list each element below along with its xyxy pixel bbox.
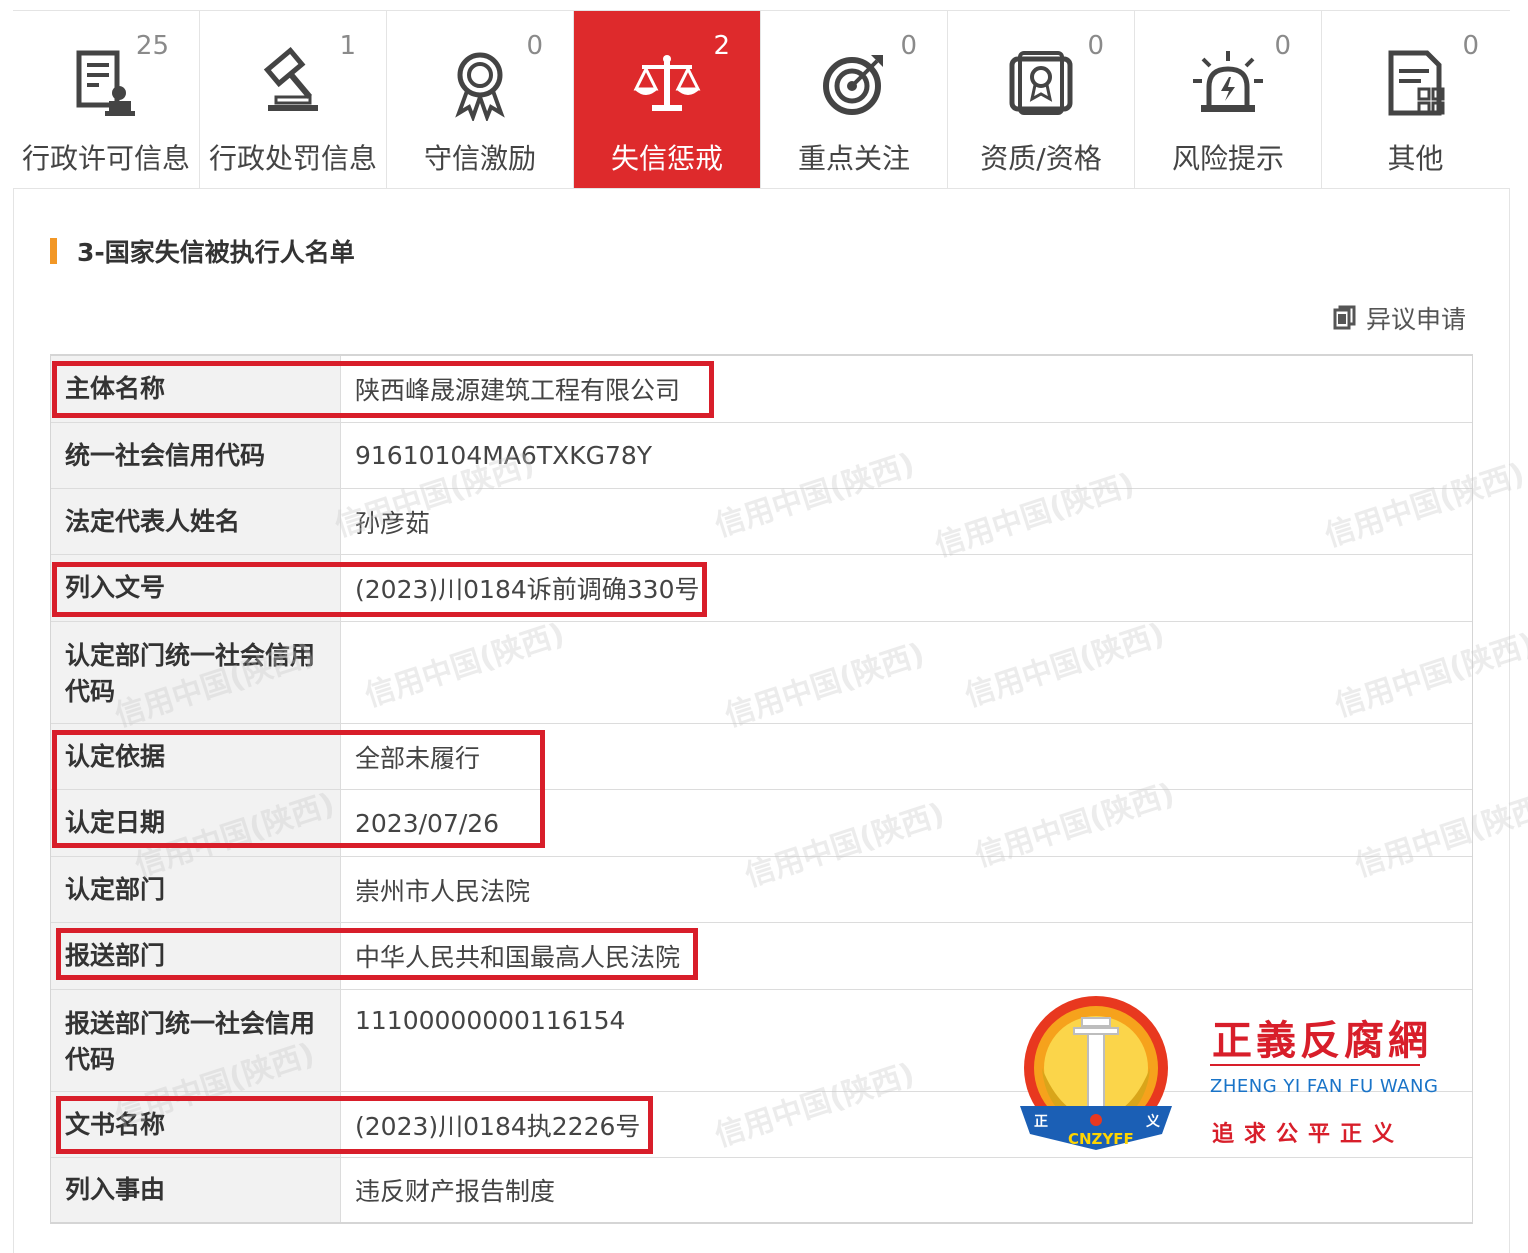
tab-label: 守信激励 bbox=[423, 142, 536, 175]
tab-count: 0 bbox=[1462, 31, 1479, 61]
row-key: 报送部门 bbox=[51, 923, 341, 989]
site-logo: 正 义 CNZYFF 正義反腐網 ZHENG YI FAN FU WANG 追求… bbox=[1012, 994, 1452, 1164]
table-row: 主体名称 陕西峰晟源建筑工程有限公司 bbox=[51, 356, 1472, 423]
scales-icon bbox=[633, 55, 701, 111]
table-row: 统一社会信用代码 91610104MA6TXKG78Y bbox=[51, 423, 1472, 489]
row-value: 2023/07/26 bbox=[355, 808, 500, 838]
row-value: (2023)川0184诉前调确330号 bbox=[355, 575, 700, 604]
row-value bbox=[341, 622, 1472, 723]
row-value: 全部未履行 bbox=[355, 743, 481, 773]
row-key: 认定部门统一社会信用代码 bbox=[51, 622, 341, 723]
logo-name-en: ZHENG YI FAN FU WANG bbox=[1210, 1076, 1439, 1097]
gavel-icon bbox=[263, 47, 318, 111]
table-row: 列入文号 (2023)川0184诉前调确330号 bbox=[51, 555, 1472, 622]
row-value: 陕西峰晟源建筑工程有限公司 bbox=[355, 376, 681, 405]
other-document-icon bbox=[1388, 50, 1444, 116]
table-row: 报送部门 中华人民共和国最高人民法院 bbox=[51, 923, 1472, 990]
tab-label: 资质/资格 bbox=[980, 142, 1102, 175]
row-key: 认定部门 bbox=[51, 857, 341, 922]
row-value: 崇州市人民法院 bbox=[355, 876, 531, 906]
row-value: 孙彦茹 bbox=[355, 508, 431, 538]
row-key: 列入事由 bbox=[51, 1158, 341, 1222]
row-key: 主体名称 bbox=[51, 356, 341, 422]
emblem-right-char: 义 bbox=[1146, 1113, 1160, 1130]
tab-count: 0 bbox=[900, 31, 917, 61]
tab-dishonesty-punishment[interactable]: 2 失信惩戒 bbox=[574, 11, 761, 188]
certificate-icon bbox=[1009, 51, 1073, 115]
table-row: 认定部门统一社会信用代码 bbox=[51, 622, 1472, 724]
objection-link[interactable]: 异议申请 bbox=[1332, 300, 1466, 336]
table-row: 列入事由 违反财产报告制度 bbox=[51, 1158, 1472, 1222]
tab-administrative-license[interactable]: 25 行政许可信息 bbox=[13, 11, 200, 188]
row-key: 文书名称 bbox=[51, 1092, 341, 1157]
row-key: 法定代表人姓名 bbox=[51, 489, 341, 554]
tab-administrative-penalty[interactable]: 1 行政处罚信息 bbox=[200, 11, 387, 188]
tab-label: 行政许可信息 bbox=[21, 142, 190, 175]
tab-count: 0 bbox=[526, 31, 543, 61]
copy-document-icon bbox=[1333, 305, 1356, 330]
row-value: 中华人民共和国最高人民法院 bbox=[355, 943, 681, 972]
tab-key-attention[interactable]: 0 重点关注 bbox=[761, 11, 948, 188]
table-row: 法定代表人姓名 孙彦茹 bbox=[51, 489, 1472, 555]
tab-label: 其他 bbox=[1387, 142, 1444, 175]
emblem-icon: 正 义 CNZYFF bbox=[1020, 996, 1172, 1150]
tab-count: 2 bbox=[713, 31, 730, 61]
logo-slogan: 追求公平正义 bbox=[1212, 1122, 1405, 1147]
category-tabs: 25 行政许可信息 1 行政处罚信息 0 守信激励 2 失信惩戒 0 重点关注 … bbox=[13, 10, 1510, 189]
row-key: 报送部门统一社会信用代码 bbox=[51, 990, 341, 1091]
row-key: 认定日期 bbox=[51, 790, 341, 856]
row-value: 违反财产报告制度 bbox=[355, 1177, 556, 1206]
section-title: 3-国家失信被执行人名单 bbox=[50, 234, 355, 268]
tab-trust-incentive[interactable]: 0 守信激励 bbox=[387, 11, 574, 188]
row-key: 列入文号 bbox=[51, 555, 341, 621]
tab-label: 行政处罚信息 bbox=[208, 142, 377, 175]
objection-label: 异议申请 bbox=[1365, 305, 1466, 334]
row-key: 认定依据 bbox=[51, 724, 341, 789]
section-accent-bar bbox=[50, 238, 57, 264]
tab-label: 重点关注 bbox=[797, 142, 910, 175]
tab-label: 失信惩戒 bbox=[610, 142, 723, 175]
tab-count: 1 bbox=[339, 31, 356, 61]
emblem-left-char: 正 bbox=[1034, 1114, 1048, 1130]
logo-name-cn: 正義反腐網 bbox=[1212, 1017, 1432, 1064]
tab-count: 0 bbox=[1274, 31, 1291, 61]
logo-divider bbox=[1210, 1064, 1420, 1066]
emblem-text: CNZYFF bbox=[1068, 1130, 1134, 1148]
license-document-icon bbox=[76, 50, 135, 116]
target-icon bbox=[823, 55, 883, 115]
tab-other[interactable]: 0 其他 bbox=[1322, 11, 1509, 188]
row-value: 91610104MA6TXKG78Y bbox=[355, 441, 653, 470]
table-row: 认定日期 2023/07/26 bbox=[51, 790, 1472, 857]
section-title-text: 3-国家失信被执行人名单 bbox=[77, 238, 355, 267]
table-row: 认定依据 全部未履行 bbox=[51, 724, 1472, 790]
alarm-light-icon bbox=[1193, 51, 1263, 112]
table-row: 认定部门 崇州市人民法院 bbox=[51, 857, 1472, 923]
award-ribbon-icon bbox=[455, 52, 505, 121]
tab-qualification[interactable]: 0 资质/资格 bbox=[948, 11, 1135, 188]
row-key: 统一社会信用代码 bbox=[51, 423, 341, 488]
tab-risk-warning[interactable]: 0 风险提示 bbox=[1135, 11, 1322, 188]
tab-label: 风险提示 bbox=[1171, 142, 1284, 175]
tab-count: 0 bbox=[1087, 31, 1104, 61]
